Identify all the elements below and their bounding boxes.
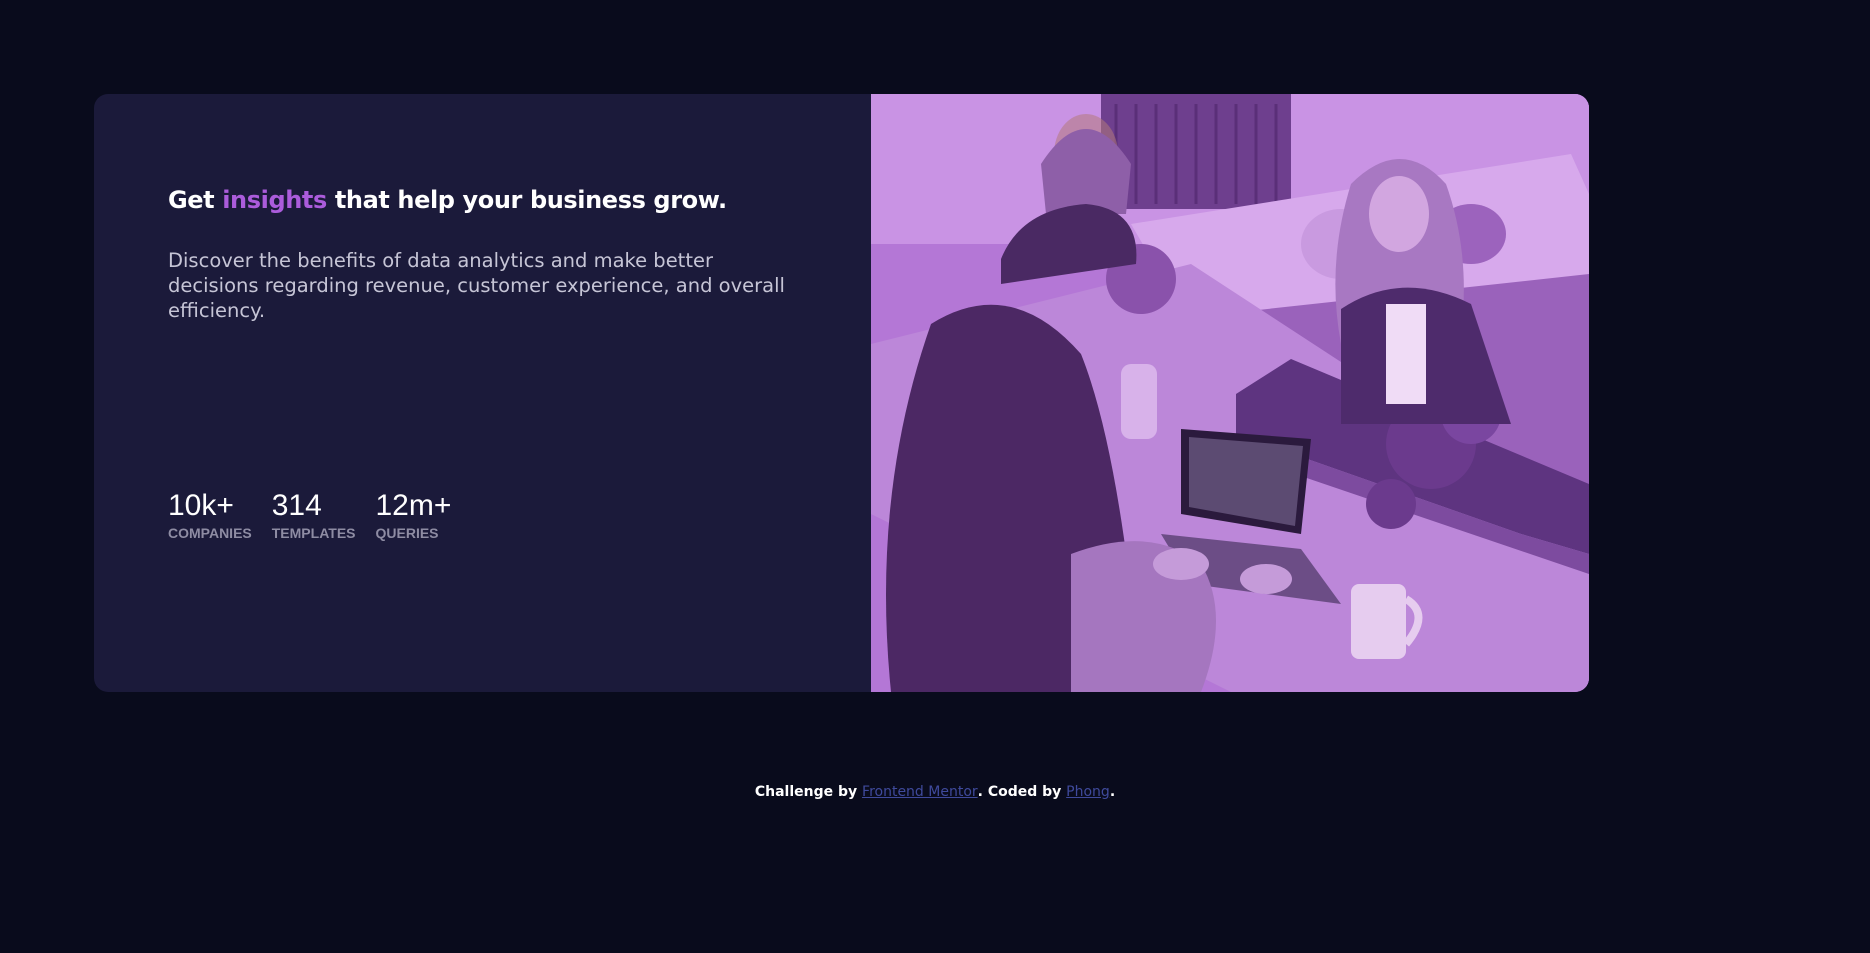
stats-row: 10k+ COMPANIES 314 TEMPLATES 12m+ QUERIE… <box>168 489 451 541</box>
stat-label: TEMPLATES <box>271 525 356 541</box>
header-image <box>871 94 1589 692</box>
card-heading: Get insights that help your business gro… <box>168 186 727 214</box>
frontend-mentor-link[interactable]: Frontend Mentor <box>862 784 978 800</box>
footer-suffix: . <box>1109 784 1116 800</box>
card-content: Get insights that help your business gro… <box>94 94 871 692</box>
stat-templates: 314 TEMPLATES <box>272 489 356 541</box>
stat-label: QUERIES <box>375 525 439 541</box>
stats-card: Get insights that help your business gro… <box>94 94 1589 692</box>
card-description: Discover the benefits of data analytics … <box>168 249 785 322</box>
stat-value: 12m+ <box>375 489 452 522</box>
stat-value: 314 <box>271 489 322 522</box>
heading-accent-word: insights <box>222 186 327 214</box>
stat-label: COMPANIES <box>168 525 252 541</box>
stat-queries: 12m+ QUERIES <box>376 489 452 541</box>
heading-prefix: Get <box>168 186 223 214</box>
office-photo-illustration <box>871 94 1589 692</box>
heading-suffix: that help your business grow. <box>326 186 727 214</box>
stat-companies: 10k+ COMPANIES <box>168 489 252 541</box>
author-link[interactable]: Phong <box>1066 784 1110 800</box>
footer-prefix: Challenge by <box>754 784 863 800</box>
attribution-footer: Challenge by Frontend Mentor. Coded by P… <box>0 784 1870 800</box>
stat-value: 10k+ <box>168 489 234 522</box>
footer-middle: . Coded by <box>977 784 1067 800</box>
